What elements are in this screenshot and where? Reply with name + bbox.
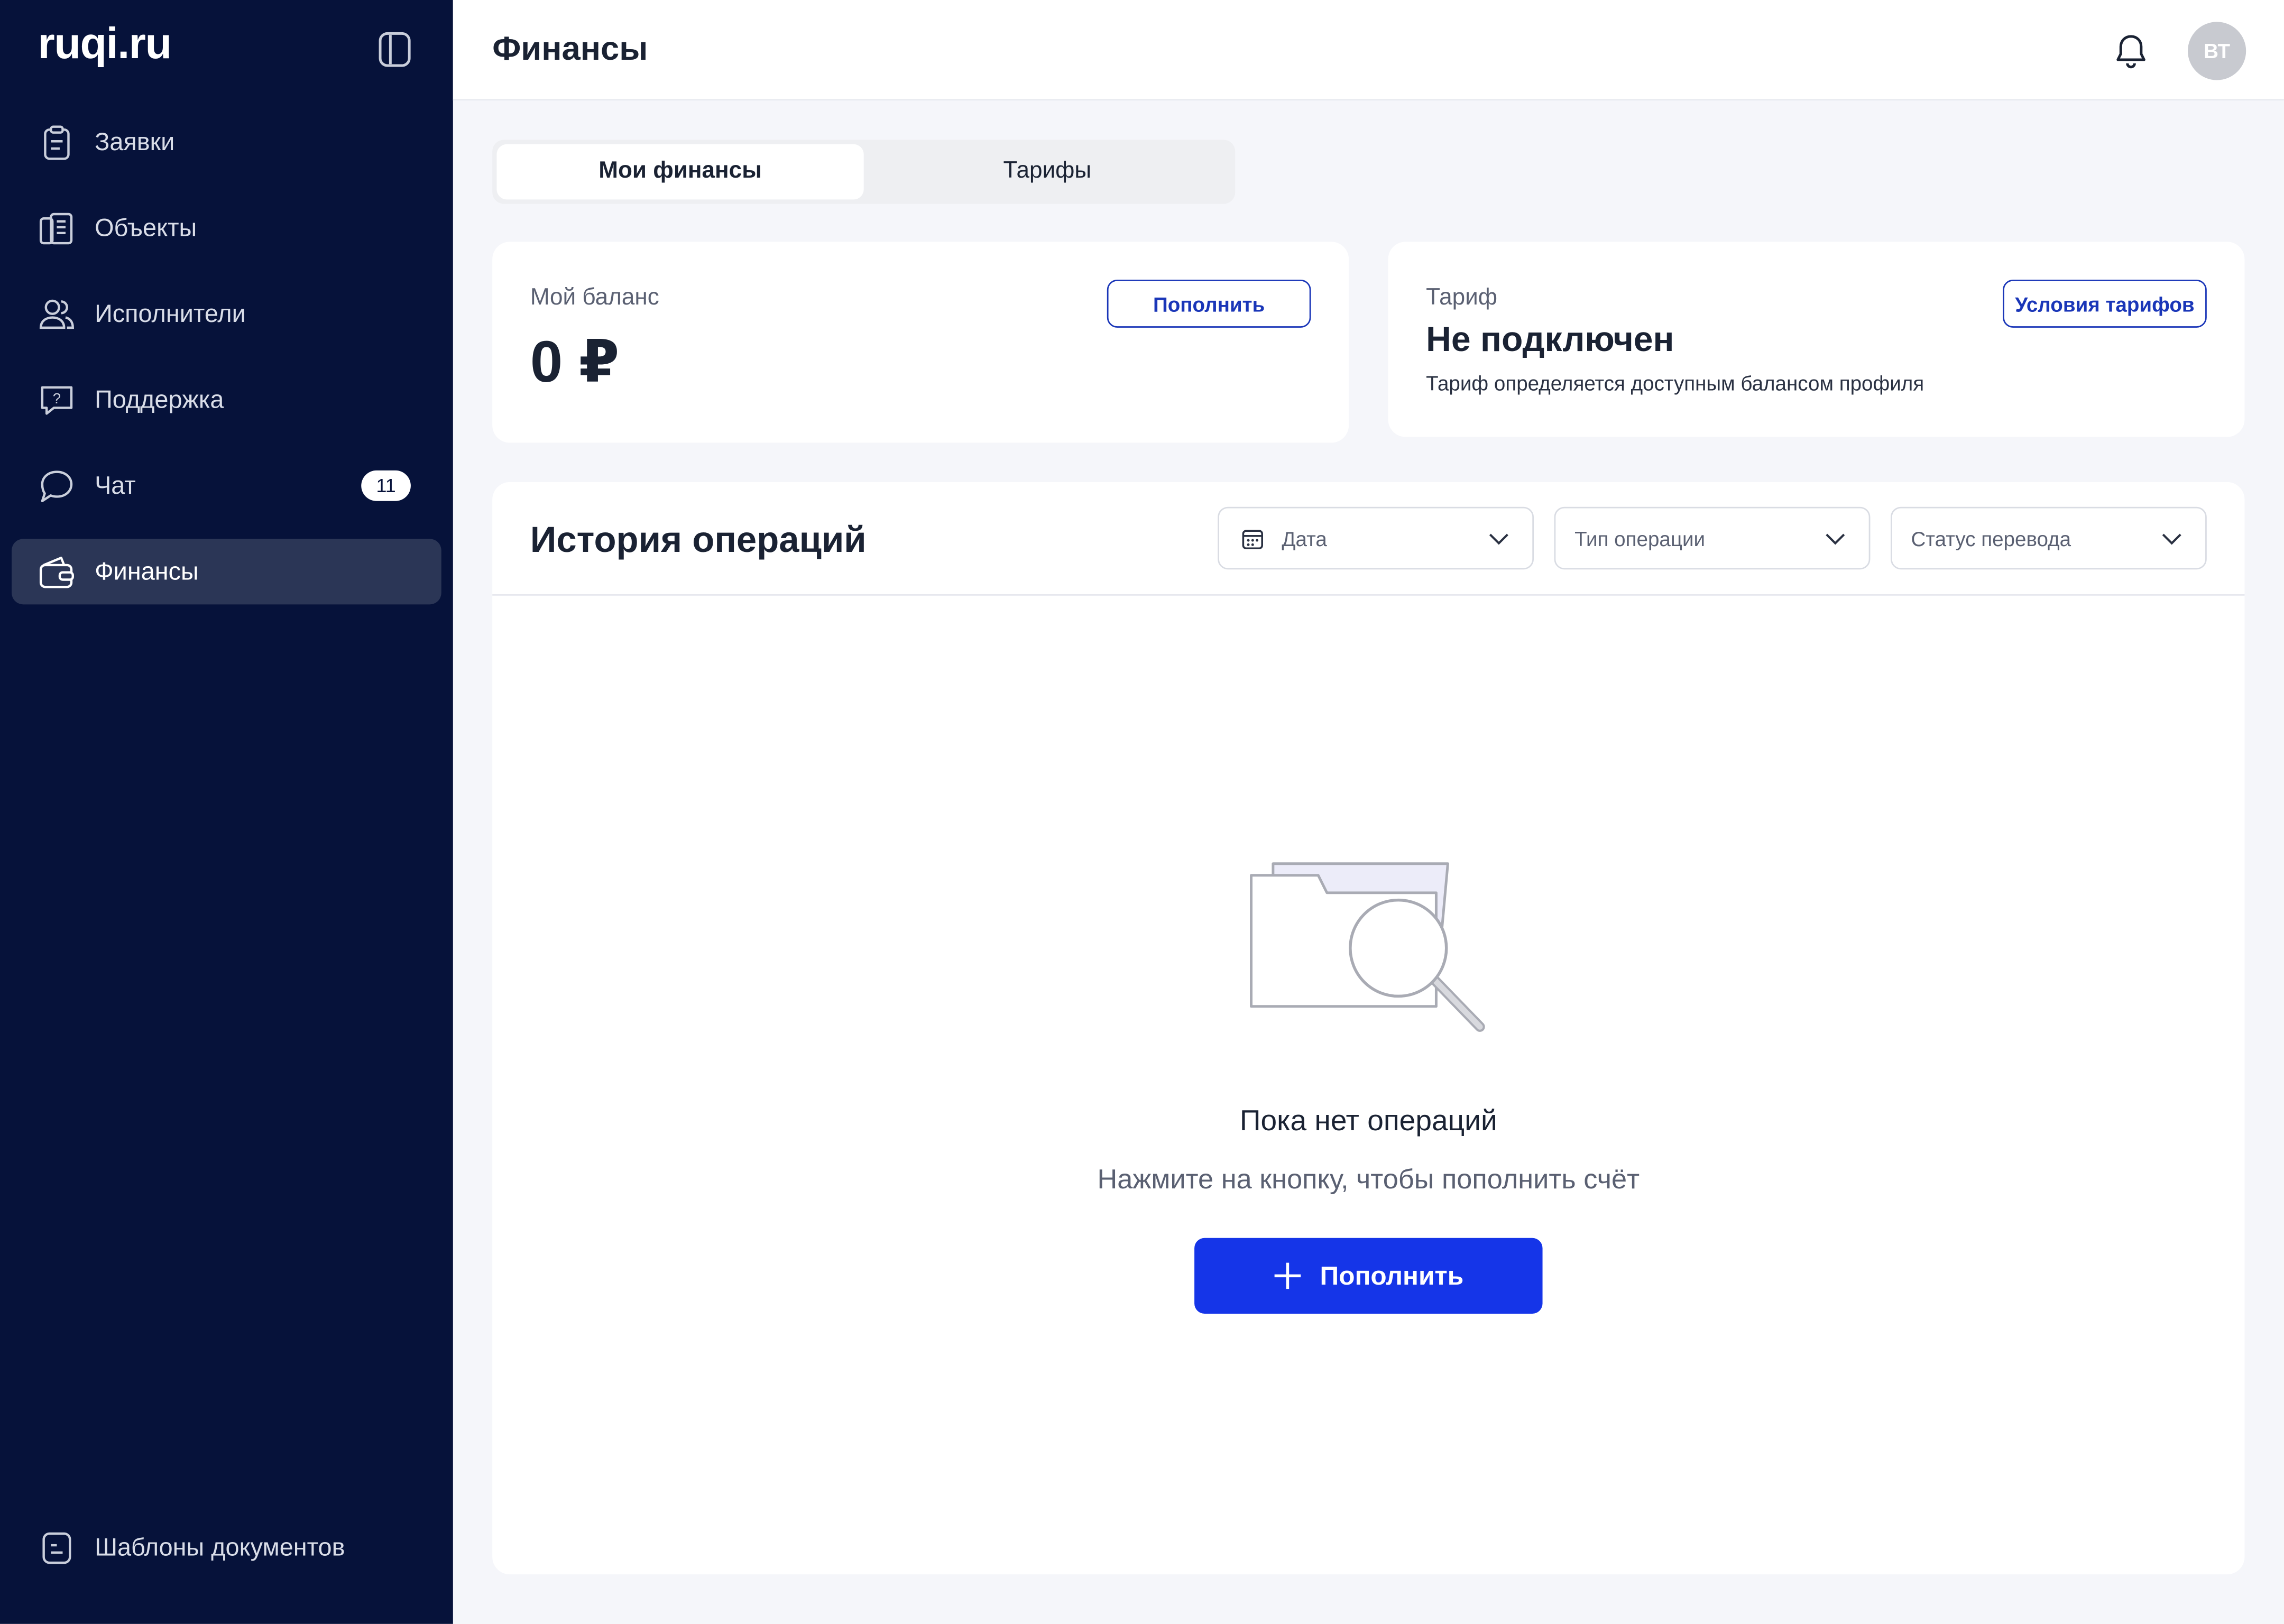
sidebar-item-label: Объекты bbox=[95, 213, 197, 241]
operation-type-filter-label: Тип операции bbox=[1574, 527, 1706, 551]
calendar-icon bbox=[1242, 530, 1263, 550]
balance-label: Мой баланс bbox=[530, 285, 659, 310]
transfer-status-filter[interactable]: Статус перевода bbox=[1890, 506, 2207, 570]
sidebar-item-requests[interactable]: Заявки bbox=[12, 109, 441, 175]
date-filter[interactable]: Дата bbox=[1218, 506, 1534, 570]
sidebar-item-label: Шаблоны документов bbox=[95, 1534, 345, 1562]
document-icon bbox=[42, 1532, 71, 1564]
topup-primary-button-label: Пополнить bbox=[1320, 1260, 1464, 1290]
sidebar-item-support[interactable]: ? Поддержка bbox=[12, 367, 441, 432]
sidebar: ruqi.ru Заявки Объекты Исполнители ? Под… bbox=[0, 0, 453, 1624]
tariff-status: Не подключен bbox=[1426, 320, 1674, 360]
sidebar-item-finance[interactable]: Финансы bbox=[12, 539, 441, 605]
sidebar-item-label: Чат bbox=[95, 471, 136, 499]
empty-folder-search-icon bbox=[1250, 862, 1485, 1032]
clipboard-icon bbox=[44, 125, 70, 160]
operation-type-filter[interactable]: Тип операции bbox=[1554, 506, 1871, 570]
transfer-status-filter-label: Статус перевода bbox=[1911, 527, 2071, 551]
history-title: История операций bbox=[530, 520, 867, 561]
unread-badge: 11 bbox=[361, 470, 411, 501]
topup-primary-button[interactable]: Пополнить bbox=[1194, 1238, 1543, 1314]
empty-state-subtitle: Нажмите на кнопку, чтобы пополнить счёт bbox=[1097, 1165, 1640, 1196]
tariff-card: Тариф Не подключен Тариф определяется до… bbox=[1388, 242, 2245, 437]
tariff-description: Тариф определяется доступным балансом пр… bbox=[1426, 371, 1924, 395]
svg-text:?: ? bbox=[53, 390, 61, 407]
sidebar-item-label: Поддержка bbox=[95, 385, 224, 413]
finance-tabs: Мои финансы Тарифы bbox=[492, 140, 1236, 204]
balance-card: Мой баланс 0 ₽ Пополнить bbox=[492, 242, 1349, 443]
tab-my-finances[interactable]: Мои финансы bbox=[496, 144, 864, 200]
sidebar-item-chat[interactable]: Чат 11 bbox=[12, 453, 441, 519]
sidebar-item-performers[interactable]: Исполнители bbox=[12, 281, 441, 347]
notifications-bell-icon[interactable] bbox=[2114, 32, 2149, 70]
plus-icon bbox=[1275, 1262, 1301, 1289]
empty-state-title: Пока нет операций bbox=[1239, 1105, 1497, 1138]
chevron-down-icon bbox=[1489, 533, 1508, 545]
chat-icon bbox=[41, 470, 73, 502]
chevron-down-icon bbox=[1826, 533, 1845, 545]
sidebar-toggle-icon[interactable] bbox=[379, 32, 411, 67]
sidebar-item-label: Финансы bbox=[95, 557, 199, 585]
sidebar-item-objects[interactable]: Объекты bbox=[12, 195, 441, 261]
tariff-label: Тариф bbox=[1426, 285, 1498, 310]
sidebar-item-label: Заявки bbox=[95, 127, 175, 155]
sidebar-nav: Заявки Объекты Исполнители ? Поддержка Ч… bbox=[12, 109, 441, 625]
page-header: Финансы ВТ bbox=[453, 0, 2284, 101]
sidebar-item-document-templates[interactable]: Шаблоны документов bbox=[12, 1515, 441, 1580]
page-title: Финансы bbox=[492, 29, 648, 67]
operations-history: История операций Дата Тип операции Стату… bbox=[492, 482, 2245, 1575]
sidebar-item-label: Исполнители bbox=[95, 299, 246, 327]
buildings-icon bbox=[39, 213, 73, 245]
chevron-down-icon bbox=[2162, 533, 2181, 545]
wallet-icon bbox=[39, 556, 74, 588]
logo[interactable]: ruqi.ru bbox=[38, 21, 172, 70]
date-filter-label: Дата bbox=[1282, 527, 1327, 551]
history-divider bbox=[492, 594, 2245, 596]
balance-value: 0 ₽ bbox=[530, 330, 620, 395]
tab-tariffs[interactable]: Тарифы bbox=[864, 144, 1231, 200]
tariff-conditions-button[interactable]: Условия тарифов bbox=[2003, 279, 2207, 328]
users-icon bbox=[39, 299, 74, 329]
avatar[interactable]: ВТ bbox=[2188, 22, 2246, 80]
topup-button[interactable]: Пополнить bbox=[1107, 279, 1311, 328]
help-chat-icon: ? bbox=[41, 386, 73, 415]
